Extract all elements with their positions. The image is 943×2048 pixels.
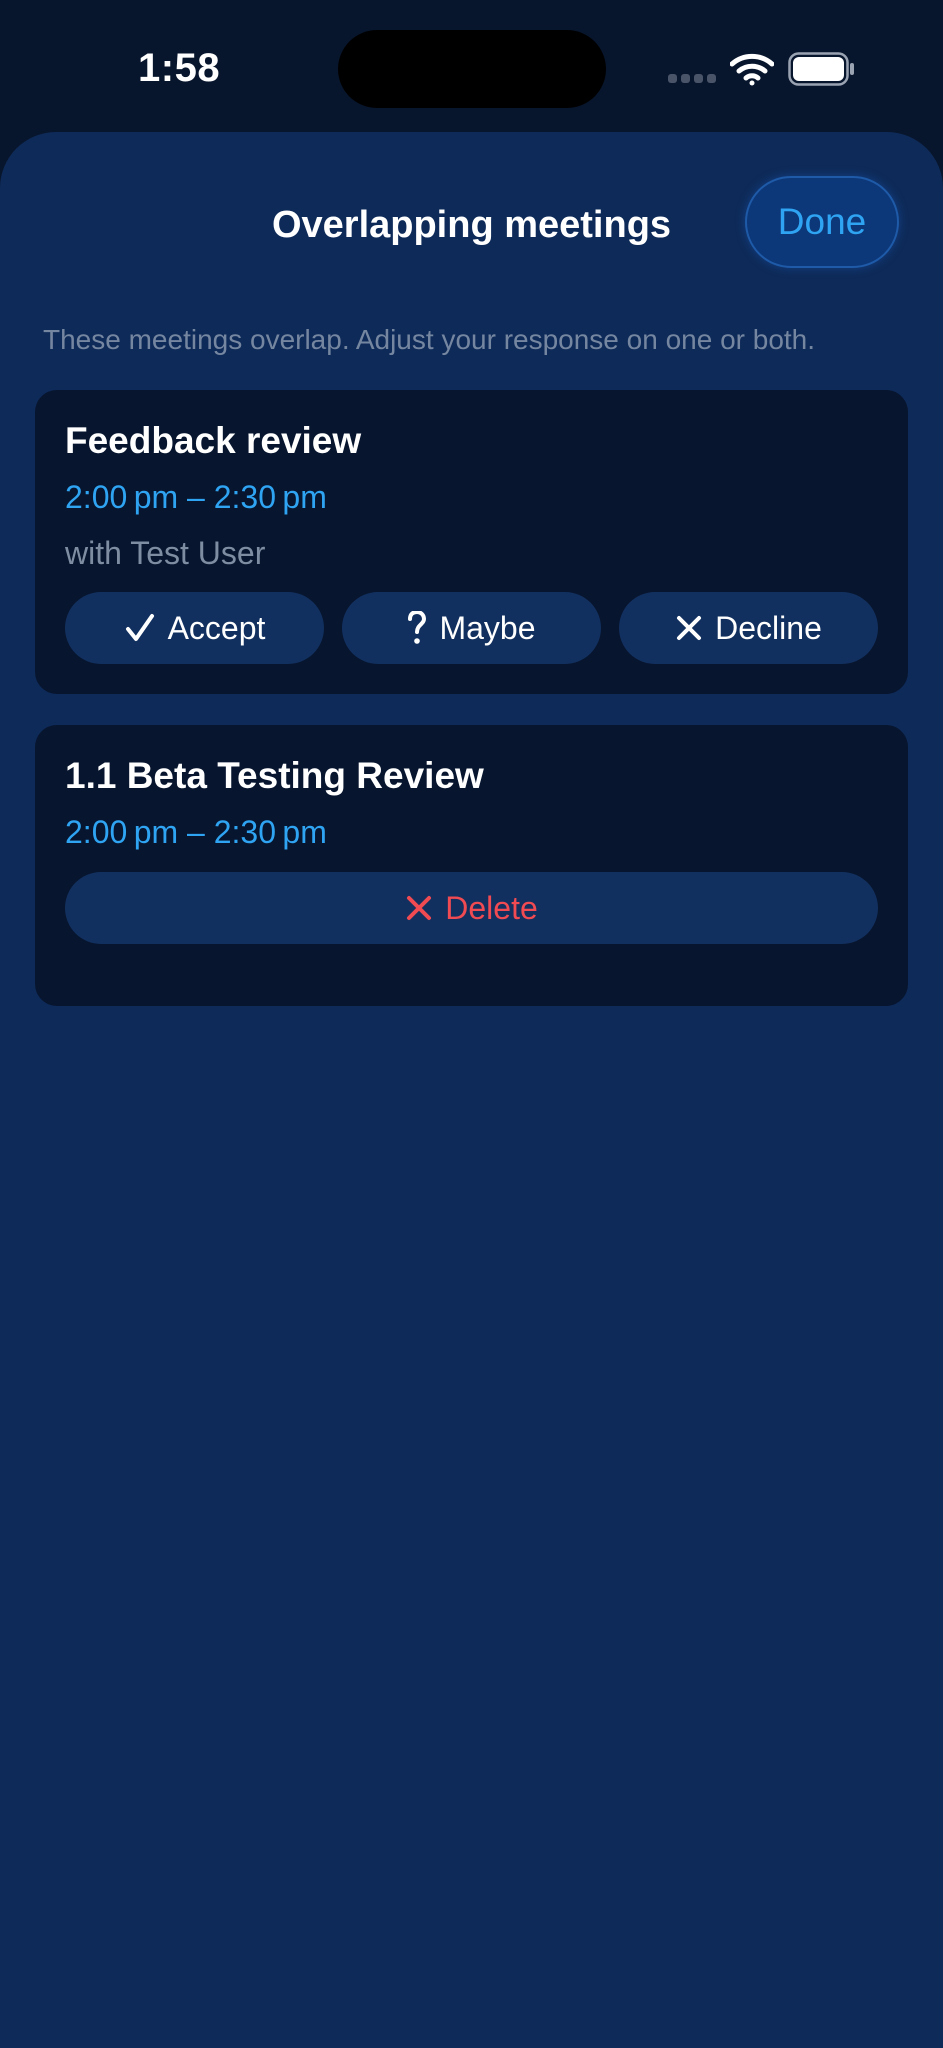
done-button[interactable]: Done	[745, 176, 899, 268]
decline-label: Decline	[715, 609, 822, 646]
delete-label: Delete	[445, 889, 538, 926]
x-mark-icon	[407, 896, 432, 920]
decline-button[interactable]: Decline	[619, 592, 878, 664]
maybe-label: Maybe	[439, 609, 536, 646]
checkmark-icon	[125, 614, 154, 641]
accept-label: Accept	[167, 609, 266, 646]
meeting-attendees: with Test User	[65, 535, 266, 571]
maybe-button[interactable]: Maybe	[342, 592, 601, 664]
x-mark-icon	[677, 616, 702, 640]
wifi-icon	[730, 53, 774, 86]
overlap-sheet: Overlapping meetings Done These meetings…	[0, 132, 943, 2048]
battery-icon	[788, 52, 854, 86]
dynamic-island	[338, 30, 606, 108]
meeting-card-beta-testing-review: 1.1 Beta Testing Review 2:00 pm – 2:30 p…	[35, 725, 908, 1006]
sheet-subtitle: These meetings overlap. Adjust your resp…	[43, 324, 816, 355]
question-mark-icon	[408, 611, 427, 644]
accept-button[interactable]: Accept	[65, 592, 324, 664]
meeting-time: 2:00 pm – 2:30 pm	[65, 479, 327, 515]
status-bar: 1:58	[0, 0, 943, 140]
delete-button[interactable]: Delete	[65, 872, 878, 944]
meeting-time: 2:00 pm – 2:30 pm	[65, 814, 327, 850]
status-time: 1:58	[138, 46, 221, 90]
cellular-signal-icon	[668, 74, 718, 84]
meeting-title: 1.1 Beta Testing Review	[65, 755, 484, 796]
meeting-card-feedback-review: Feedback review 2:00 pm – 2:30 pm with T…	[35, 390, 908, 694]
meeting-title: Feedback review	[65, 420, 362, 461]
